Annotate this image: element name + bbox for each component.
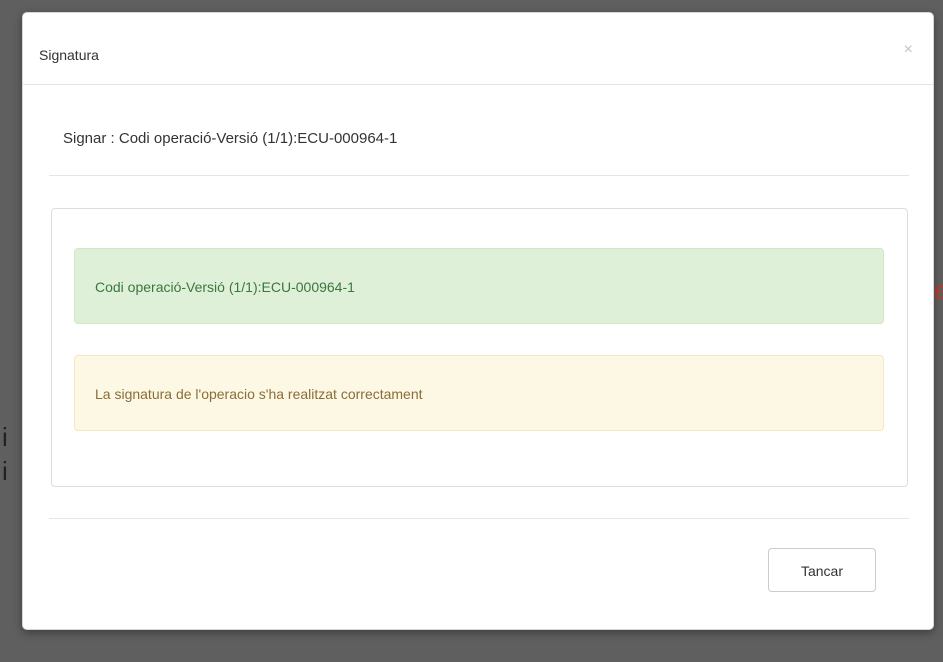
background-page-fragment: e — [934, 275, 943, 305]
signature-dialog: Signatura × Signar : Codi operació-Versi… — [22, 12, 934, 630]
result-message-alert: La signatura de l'operacio s'ha realitza… — [74, 355, 884, 431]
background-page-fragment: i — [2, 456, 8, 486]
background-page-fragment: i — [2, 422, 8, 452]
close-button[interactable]: Tancar — [768, 548, 876, 592]
divider — [49, 175, 909, 176]
close-icon[interactable]: × — [904, 41, 913, 59]
dialog-header: Signatura × — [23, 13, 933, 85]
dialog-title: Signatura — [39, 47, 99, 63]
footer-divider — [49, 518, 909, 519]
operation-subtitle: Signar : Codi operació-Versió (1/1):ECU-… — [63, 130, 398, 147]
result-panel: Codi operació-Versió (1/1):ECU-000964-1 … — [51, 208, 908, 487]
success-alert: Codi operació-Versió (1/1):ECU-000964-1 — [74, 248, 884, 324]
